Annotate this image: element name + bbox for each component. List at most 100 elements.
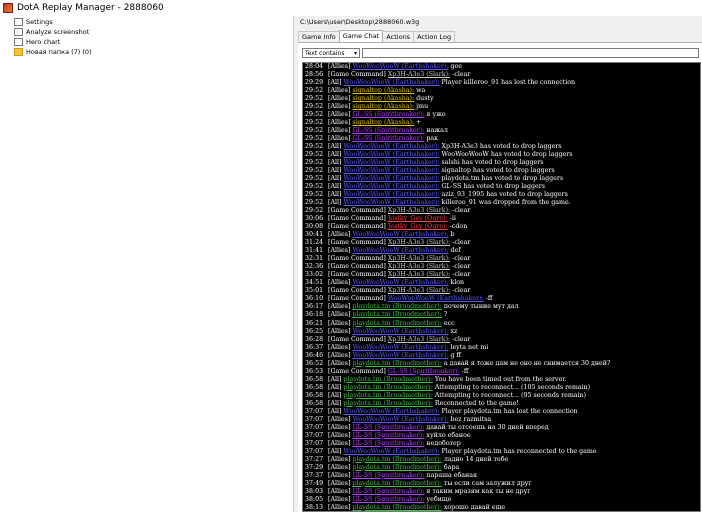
chat-player: WooWooWooW (Earthshaker): bbox=[343, 407, 440, 415]
chat-message: Player playdota.tm has lost the connecti… bbox=[441, 407, 578, 415]
document-icon bbox=[14, 18, 23, 26]
chat-message: def bbox=[450, 247, 461, 255]
chat-time: 36:18 bbox=[305, 311, 324, 319]
chat-line: 38:13 [Allies] playdota.tm (Broodmother):… bbox=[303, 504, 700, 511]
chat-line: 30:06 [Game Command] Jostky_Gey (Ogre): -… bbox=[303, 215, 700, 223]
chat-time: 36:17 bbox=[305, 303, 324, 311]
chat-channel: [Game Command] bbox=[328, 271, 386, 279]
chat-player: GL-SS (Spiritbreaker): bbox=[352, 135, 425, 143]
chat-player: WooWooWooW (Earthshaker): bbox=[352, 279, 449, 287]
chat-message: почему тыние мут дал bbox=[443, 303, 519, 311]
chat-time: 30:06 bbox=[305, 215, 324, 223]
chat-channel: [All] bbox=[328, 199, 342, 207]
chat-channel: [All] bbox=[328, 183, 342, 191]
filter-type-select[interactable]: Text contains ▾ bbox=[302, 48, 360, 58]
chat-message: уебище bbox=[426, 495, 452, 503]
chat-player: WooWooWooW (Earthshaker): bbox=[343, 151, 440, 159]
chat-time: 29:52 bbox=[305, 151, 324, 159]
chat-player: signaltop (Akasha): bbox=[352, 87, 415, 95]
chat-line: 37:07 [Allies] GL-SS (Spiritbreaker): дав… bbox=[303, 424, 700, 432]
chat-player: GL-SS (Spiritbreaker): bbox=[352, 495, 425, 503]
chat-channel: [Allies] bbox=[328, 431, 351, 439]
chat-time: 29:52 bbox=[305, 143, 324, 151]
chat-channel: [Game Command] bbox=[328, 215, 386, 223]
chat-time: 30:41 bbox=[305, 231, 324, 239]
filter-row: Text contains ▾ bbox=[302, 48, 699, 58]
chat-message: я таким мразям как ты не друг bbox=[426, 487, 531, 495]
chat-line: 37:07 [All] WooWooWooW (Earthshaker): Pla… bbox=[303, 408, 700, 416]
chat-line: 36:21 [Allies] playdota.tm (Broodmother):… bbox=[303, 320, 700, 328]
chat-player: Jostky_Gey (Ogre): bbox=[387, 215, 448, 223]
chat-channel: [Allies] bbox=[328, 111, 351, 119]
sidebar-item-label: Новая папка (7) (0) bbox=[26, 48, 92, 56]
chat-player: playdota.tm (Broodmother): bbox=[352, 479, 442, 487]
chat-channel: [All] bbox=[328, 175, 342, 183]
chat-channel: [Game Command] bbox=[328, 335, 386, 343]
tab-game-info[interactable]: Game Info bbox=[298, 31, 340, 42]
chat-message: Reconnected to the game! bbox=[434, 399, 519, 407]
chat-line: 29:52 [All] WooWooWooW (Earthshaker): Xp3… bbox=[303, 143, 700, 151]
chat-player: Xp3H-A3e3 (Slark): bbox=[387, 239, 451, 247]
chat-message: wa bbox=[416, 87, 426, 95]
chat-message: бара bbox=[443, 463, 460, 471]
tab-actions[interactable]: Actions bbox=[382, 31, 415, 42]
chat-time: 37:27 bbox=[305, 455, 324, 463]
sidebar-item[interactable]: Hero chart bbox=[0, 37, 293, 47]
chat-line: 37:29 [Allies] playdota.tm (Broodmother):… bbox=[303, 464, 700, 472]
chat-channel: [All] bbox=[328, 143, 342, 151]
chat-line: 29:52 [Allies] signaltop (Akasha): jmu bbox=[303, 103, 700, 111]
chat-player: WooWooWooW (Earthshaker): bbox=[343, 191, 440, 199]
chat-channel: [Allies] bbox=[328, 351, 351, 359]
chat-channel: [Allies] bbox=[328, 231, 351, 239]
chat-channel: [All] bbox=[328, 151, 342, 159]
chat-time: 33:02 bbox=[305, 271, 324, 279]
chat-time: 29:52 bbox=[305, 159, 324, 167]
chat-player: playdota.tm (Broodmother): bbox=[343, 399, 433, 407]
chat-player: WooWooWooW (Earthshaker): bbox=[352, 351, 449, 359]
chat-channel: [Allies] bbox=[328, 63, 351, 70]
chat-player: Xp3H-A3e3 (Slark): bbox=[387, 263, 451, 271]
chat-player: playdota.tm (Broodmother): bbox=[343, 383, 433, 391]
chat-message: killeroo_91 was dropped from the game. bbox=[441, 199, 571, 207]
sidebar-item[interactable]: Analyze screenshot bbox=[0, 27, 293, 37]
chat-player: GL-SS (Spiritbreaker): bbox=[352, 439, 425, 447]
sidebar-item-label: Analyze screenshot bbox=[26, 28, 90, 36]
chat-message: а давай я тоже дам не оно не снимается 3… bbox=[443, 359, 611, 367]
sidebar-item[interactable]: Settings bbox=[0, 17, 293, 27]
chat-player: WooWooWooW (Earthshaker): bbox=[352, 327, 449, 335]
document-icon bbox=[14, 38, 23, 46]
chat-player: WooWooWooW (Earthshaker): bbox=[387, 295, 484, 303]
chat-log[interactable]: 28:04 [Allies] WooWooWooW (Earthshaker): … bbox=[302, 62, 701, 512]
chat-message: bez razmitsa bbox=[450, 415, 492, 423]
chat-time: 36:37 bbox=[305, 343, 324, 351]
chat-message: нажал bbox=[426, 127, 448, 135]
filter-text-input[interactable] bbox=[362, 48, 699, 58]
chat-channel: [Allies] bbox=[328, 103, 351, 111]
chat-player: WooWooWooW (Earthshaker): bbox=[343, 183, 440, 191]
chat-message: Xp3H-A3e3 has voted to drop laggers bbox=[441, 143, 562, 151]
chat-player: GL-SS (Spiritbreaker): bbox=[352, 111, 425, 119]
chat-player: GL-SS (Spiritbreaker): bbox=[352, 127, 425, 135]
chat-line: 29:29 [All] WooWooWooW (Earthshaker): Pla… bbox=[303, 79, 700, 87]
chat-message: g ff bbox=[450, 351, 461, 359]
chat-line: 37:07 [Allies] GL-SS (Spiritbreaker): хуй… bbox=[303, 432, 700, 440]
chat-time: 38:03 bbox=[305, 487, 324, 495]
chat-line: 29:52 [All] WooWooWooW (Earthshaker): azi… bbox=[303, 191, 700, 199]
chat-channel: [Game Command] bbox=[328, 207, 386, 215]
tab-action-log[interactable]: Action Log bbox=[413, 31, 456, 42]
tab-game-chat[interactable]: Game Chat bbox=[338, 30, 384, 42]
chat-message: недоботер bbox=[426, 439, 461, 447]
chat-message: рак bbox=[426, 135, 439, 143]
chat-line: 36:17 [Allies] playdota.tm (Broodmother):… bbox=[303, 303, 700, 311]
chat-channel: [Allies] bbox=[328, 279, 351, 287]
chat-line: 29:52 [Allies] GL-SS (Spiritbreaker): наж… bbox=[303, 127, 700, 135]
chat-time: 37:07 bbox=[305, 439, 324, 447]
chat-message: -cdon bbox=[449, 223, 468, 231]
chat-message: ты если сам залужил друг bbox=[443, 479, 532, 487]
chat-channel: [Allies] bbox=[328, 495, 351, 503]
sidebar-item[interactable]: Новая папка (7) (0) bbox=[0, 47, 293, 57]
tab-strip: Game Info Game Chat Actions Action Log bbox=[298, 30, 702, 43]
title-bar: DotA Replay Manager - 2888060 bbox=[0, 0, 702, 16]
chat-time: 37:07 bbox=[305, 423, 324, 431]
game-chat-panel: Text contains ▾ 28:04 [Allies] WooWooWooW… bbox=[298, 43, 702, 512]
